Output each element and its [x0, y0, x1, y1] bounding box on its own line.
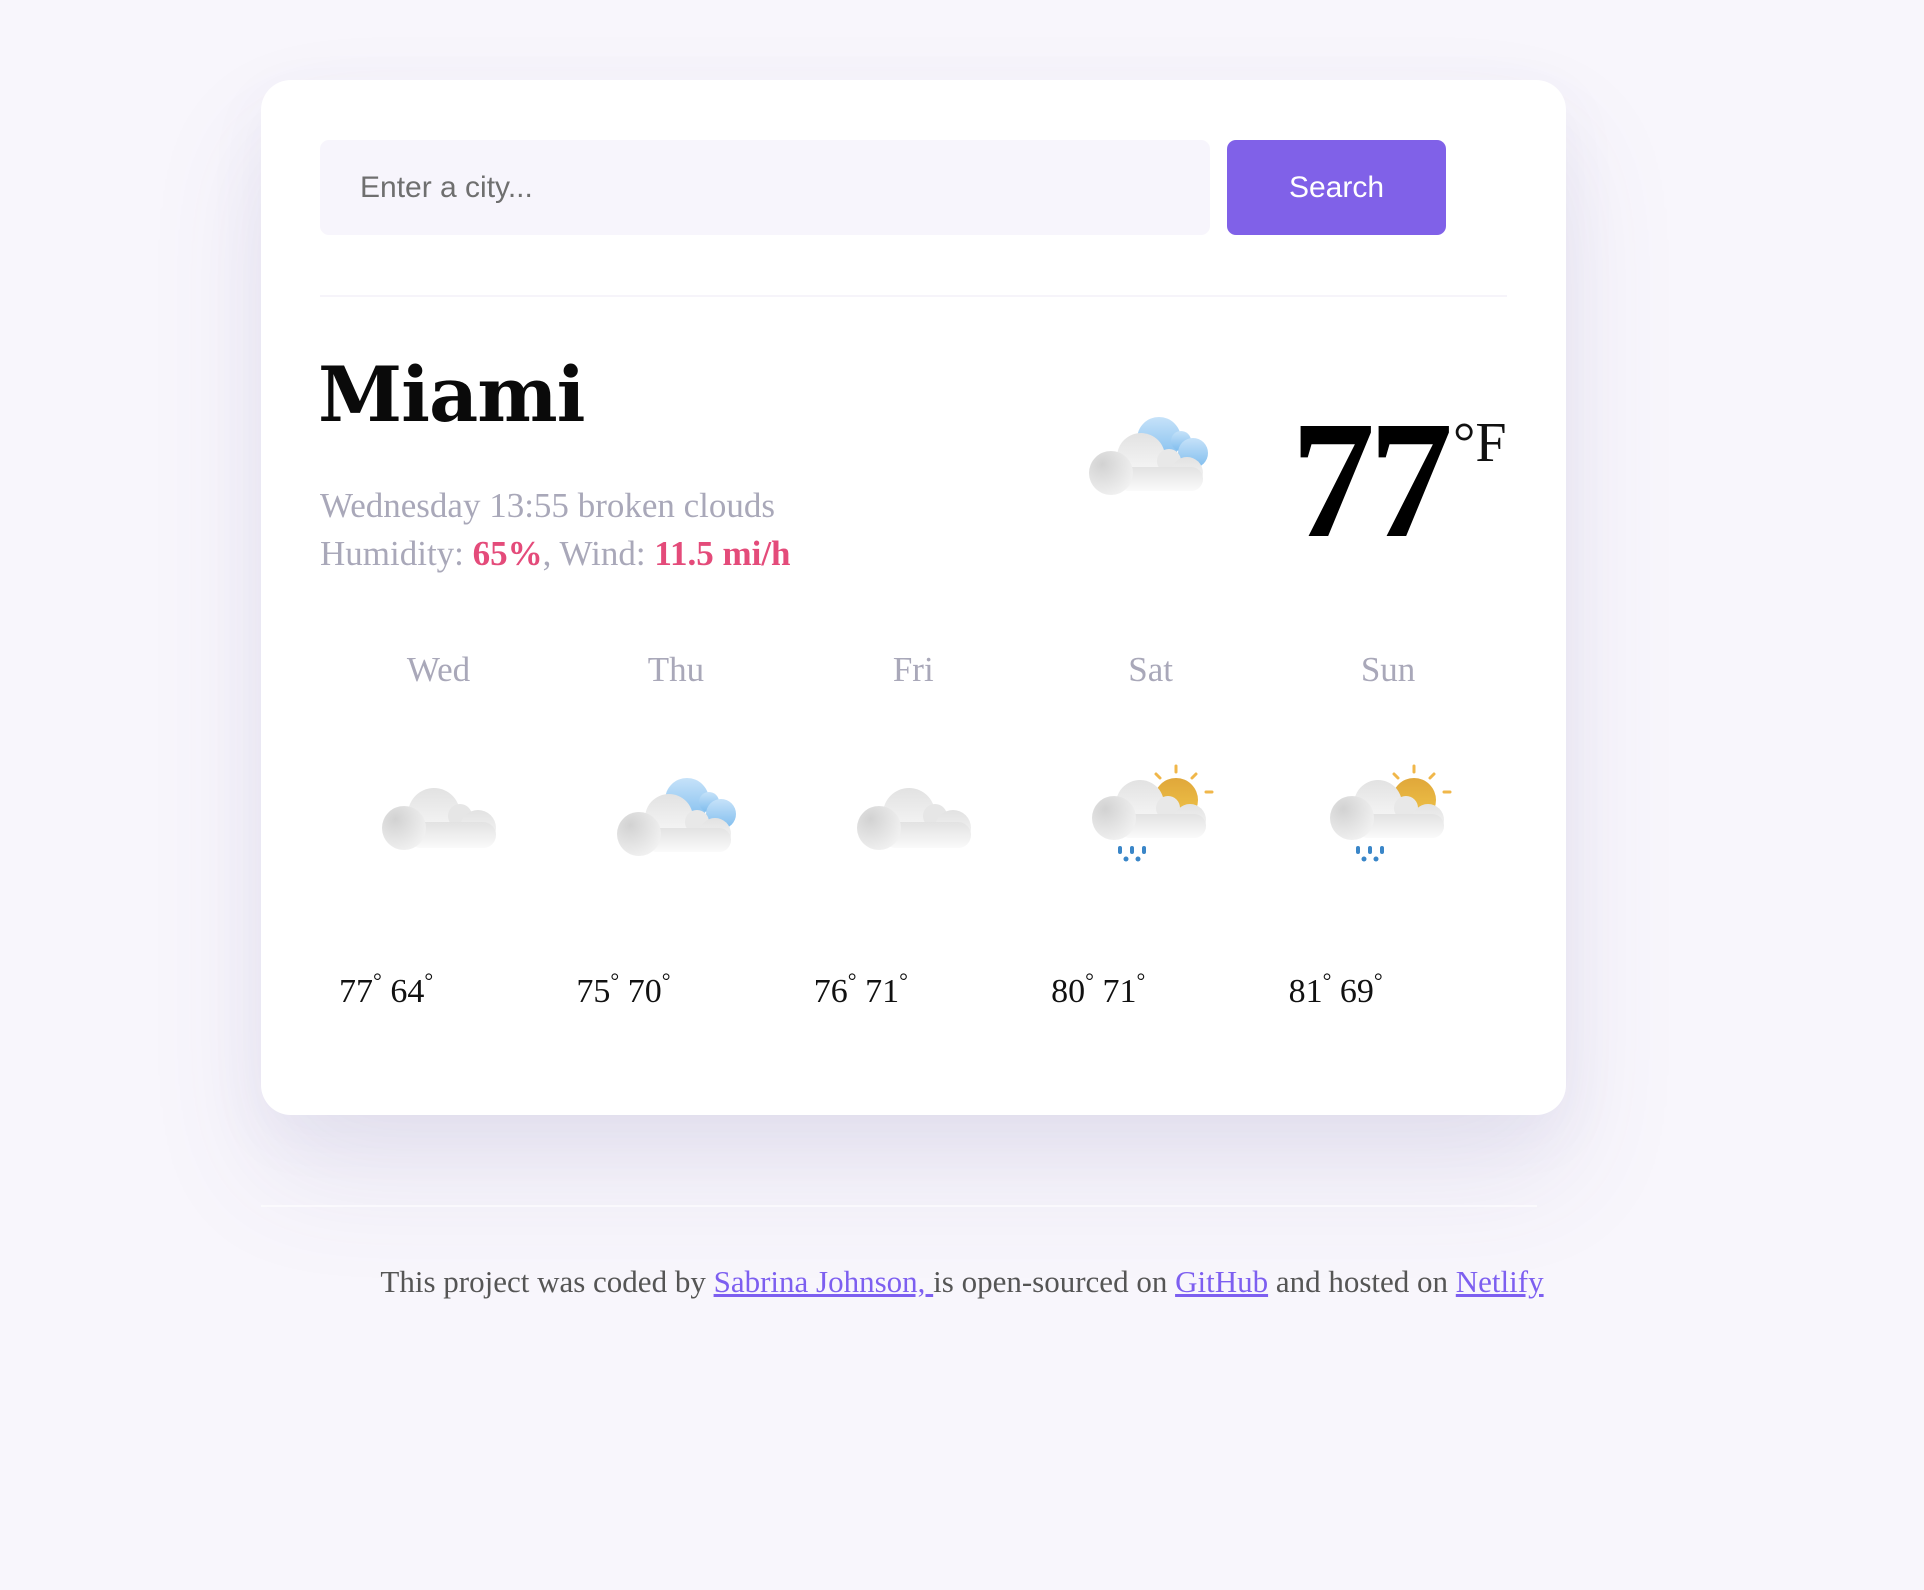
forecast-day: Fri 76° 71°: [795, 650, 1032, 1050]
github-link[interactable]: GitHub: [1175, 1264, 1268, 1299]
degree-symbol: °: [373, 968, 382, 993]
netlify-link[interactable]: Netlify: [1456, 1264, 1544, 1299]
author-link[interactable]: Sabrina Johnson,: [714, 1264, 934, 1299]
clouds-icon: [382, 788, 496, 850]
temperature-value: 77: [1291, 387, 1453, 573]
forecast-min: 64: [390, 973, 425, 1010]
separator: ,: [542, 534, 552, 573]
footer-text: is open-sourced on: [933, 1264, 1176, 1299]
current-details: Wednesday 13:55 broken clouds Humidity: …: [320, 482, 791, 578]
degree-symbol: °: [847, 968, 857, 993]
divider: [320, 295, 1507, 297]
wind-label: Wind:: [559, 534, 646, 573]
temperature-unit: °F: [1453, 412, 1507, 474]
forecast-max: 80: [1051, 973, 1086, 1010]
forecast-temps: 81° 69°: [1289, 968, 1383, 1011]
city-name: Miami: [318, 350, 586, 439]
forecast-min: 71: [1102, 973, 1137, 1010]
footer-text: and hosted on: [1268, 1264, 1456, 1299]
broken-clouds-icon: [617, 778, 737, 856]
degree-symbol: °: [1373, 968, 1383, 993]
broken-clouds-icon: [1087, 415, 1211, 497]
forecast-day: Sun 81° 69°: [1270, 650, 1507, 1050]
forecast-day: Thu 75° 70°: [557, 650, 794, 1050]
forecast-temps: 80° 71°: [1051, 968, 1145, 1011]
degree-symbol: °: [424, 968, 434, 993]
forecast-max: 77: [339, 973, 373, 1010]
footer-divider: [261, 1205, 1537, 1207]
search-button[interactable]: Search: [1227, 140, 1446, 235]
degree-symbol: °: [1136, 968, 1146, 993]
footer-text: This project was coded by: [380, 1264, 714, 1299]
search-form: Search: [320, 140, 1450, 235]
date-description-line: Wednesday 13:55 broken clouds: [320, 482, 791, 530]
forecast-day-name: Sun: [1360, 650, 1416, 689]
humidity-wind-line: Humidity: 65%, Wind: 11.5 mi/h: [320, 530, 791, 578]
footer: This project was coded by Sabrina Johnso…: [0, 1264, 1924, 1300]
humidity-label: Humidity:: [320, 534, 464, 573]
degree-symbol: °: [610, 968, 620, 993]
humidity-value: 65%: [472, 534, 543, 573]
sun-cloud-rain-icon: [1328, 758, 1452, 868]
weather-description: broken clouds: [577, 486, 776, 525]
forecast-max: 75: [576, 973, 611, 1010]
forecast-temps: 77° 64°: [339, 968, 433, 1011]
forecast-temps: 76° 71°: [814, 968, 908, 1011]
forecast-min: 70: [627, 973, 662, 1010]
degree-symbol: °: [1085, 968, 1094, 993]
city-search-input[interactable]: [320, 140, 1210, 235]
forecast-day-name: Sat: [1128, 650, 1174, 689]
forecast-temps: 75° 70°: [576, 968, 670, 1011]
sun-cloud-rain-icon: [1090, 758, 1214, 868]
degree-symbol: °: [899, 968, 908, 993]
degree-symbol: °: [1322, 968, 1332, 993]
forecast-day: Wed 77° 64°: [320, 650, 557, 1050]
wind-value: 11.5 mi/h: [654, 534, 791, 573]
weather-card: Search Miami Wednesday 13:55 broken clou…: [261, 80, 1566, 1115]
forecast-min: 69: [1339, 973, 1374, 1010]
forecast-day: Sat 80° 71°: [1032, 650, 1269, 1050]
forecast-min: 71: [865, 973, 900, 1010]
current-temperature: 77 °F: [1291, 385, 1507, 575]
forecast-max: 81: [1288, 973, 1323, 1010]
forecast-day-name: Thu: [647, 650, 705, 689]
forecast-day-name: Wed: [406, 650, 471, 689]
day-time: Wednesday 13:55: [320, 486, 569, 525]
degree-symbol: °: [661, 968, 671, 993]
forecast: Wed 77° 64° Thu 75° 70° Fri 76° 71° Sat: [320, 650, 1507, 1050]
forecast-day-name: Fri: [892, 650, 934, 689]
clouds-icon: [856, 788, 971, 850]
forecast-max: 76: [813, 973, 848, 1010]
